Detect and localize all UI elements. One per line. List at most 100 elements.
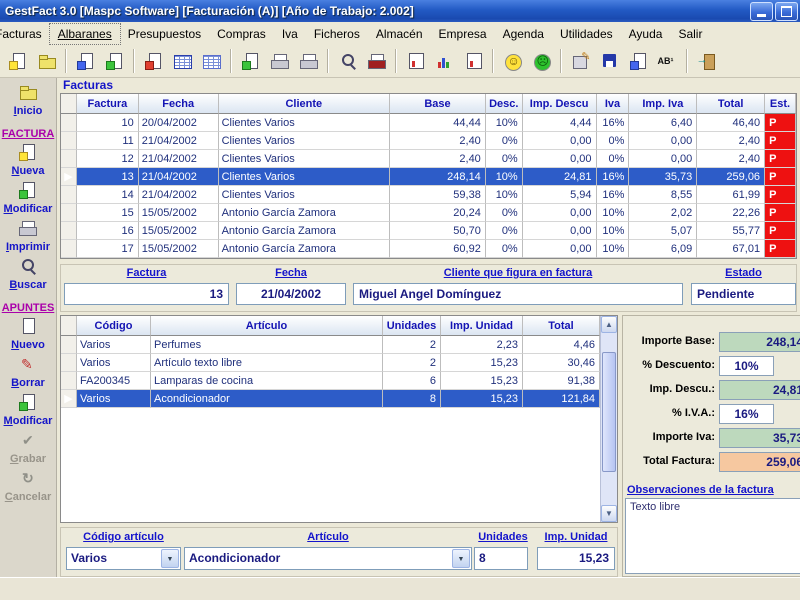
menu-iva[interactable]: Iva bbox=[274, 24, 306, 44]
estado-field[interactable]: Pendiente bbox=[691, 283, 796, 305]
cell-iva: 10% bbox=[597, 204, 630, 222]
cell-imp-descu: 0,00 bbox=[523, 132, 597, 150]
print-red-button[interactable] bbox=[362, 47, 391, 76]
menu-empresa[interactable]: Empresa bbox=[431, 24, 495, 44]
scroll-down-button[interactable]: ▼ bbox=[601, 505, 617, 522]
new-document-button[interactable] bbox=[3, 47, 32, 76]
search-document-button[interactable] bbox=[333, 47, 362, 76]
row-indicator bbox=[61, 186, 77, 204]
cell-fecha: 20/04/2002 bbox=[139, 114, 219, 132]
cell-base: 248,14 bbox=[390, 168, 486, 186]
restore-button[interactable] bbox=[775, 2, 798, 21]
item-code-combobox[interactable]: Varios ▼ bbox=[66, 547, 181, 570]
total-field--descuento-[interactable]: 10% bbox=[719, 356, 774, 376]
menu-compras[interactable]: Compras bbox=[209, 24, 274, 44]
column-header-imp-iva: Imp. Iva bbox=[629, 94, 697, 114]
sidebar-item-imprimir[interactable]: Imprimir bbox=[6, 220, 50, 253]
cell-imp-iva: 5,07 bbox=[629, 222, 697, 240]
font-ab-button[interactable] bbox=[653, 47, 682, 76]
observations-textarea[interactable]: Texto libre bbox=[625, 498, 800, 574]
menu-facturas[interactable]: Facturas bbox=[0, 24, 50, 44]
invoice-row-15[interactable]: 1515/05/2002Antonio García Zamora20,240%… bbox=[61, 204, 796, 222]
cell-factura: 15 bbox=[77, 204, 139, 222]
items-scrollbar[interactable]: ▲ ▼ bbox=[600, 316, 617, 522]
table-view-alt-icon bbox=[202, 53, 222, 70]
menu-utilidades[interactable]: Utilidades bbox=[552, 24, 621, 44]
cell-fecha: 21/04/2002 bbox=[139, 150, 219, 168]
invoice-row-12[interactable]: 1221/04/2002Clientes Varios2,400%0,000%0… bbox=[61, 150, 796, 168]
item-unit-price-input[interactable]: 15,23 bbox=[537, 547, 615, 570]
happy-face-button[interactable] bbox=[498, 47, 527, 76]
refresh-document-button[interactable] bbox=[624, 47, 653, 76]
invoice-row-11[interactable]: 1121/04/2002Clientes Varios2,400%0,000%0… bbox=[61, 132, 796, 150]
toolbar-separator bbox=[230, 49, 232, 73]
search-document-icon bbox=[338, 53, 358, 70]
bar-chart-icon bbox=[435, 53, 455, 70]
open-folder-button[interactable] bbox=[32, 47, 61, 76]
exit-door-button[interactable] bbox=[692, 47, 721, 76]
total-field--i-v-a-[interactable]: 16% bbox=[719, 404, 774, 424]
sidebar-item-borrar[interactable]: Borrar bbox=[11, 356, 45, 389]
factura-field[interactable]: 13 bbox=[64, 283, 229, 305]
row-indicator bbox=[61, 240, 77, 258]
report-chart-button[interactable] bbox=[401, 47, 430, 76]
menu-albaranes[interactable]: Albaranes bbox=[50, 24, 120, 44]
menu-presupuestos[interactable]: Presupuestos bbox=[120, 24, 209, 44]
item-row-articulo-texto-libre[interactable]: VariosArtículo texto libre215,2330,46 bbox=[61, 354, 617, 372]
invoice-row-17[interactable]: 1715/05/2002Antonio García Zamora60,920%… bbox=[61, 240, 796, 258]
invoice-row-10[interactable]: 1020/04/2002Clientes Varios44,4410%4,441… bbox=[61, 114, 796, 132]
line-chart-icon bbox=[464, 53, 484, 70]
verify-document-button[interactable] bbox=[236, 47, 265, 76]
item-article-combobox[interactable]: Acondicionador ▼ bbox=[184, 547, 472, 570]
item-row-acondicionador[interactable]: ▶VariosAcondicionador815,23121,84 bbox=[61, 390, 617, 408]
font-ab-icon bbox=[658, 53, 678, 70]
cliente-field[interactable]: Miguel Angel Domínguez bbox=[353, 283, 683, 305]
sidebar-item-inicio[interactable]: Inicio bbox=[14, 84, 43, 117]
scrollbar-thumb[interactable] bbox=[602, 352, 616, 472]
minimize-button[interactable] bbox=[750, 2, 773, 21]
sad-face-button[interactable] bbox=[527, 47, 556, 76]
item-row-perfumes[interactable]: VariosPerfumes22,234,46 bbox=[61, 336, 617, 354]
table-view-alt-button[interactable] bbox=[197, 47, 226, 76]
cell-imp-iva: 2,02 bbox=[629, 204, 697, 222]
sidebar-item-grabar: Grabar bbox=[10, 432, 46, 465]
print-small-button[interactable] bbox=[265, 47, 294, 76]
menu-ficheros[interactable]: Ficheros bbox=[306, 24, 368, 44]
sidebar-item-nuevo[interactable]: Nuevo bbox=[11, 318, 45, 351]
item-article-value: Acondicionador bbox=[189, 551, 280, 565]
save-disk-button[interactable] bbox=[595, 47, 624, 76]
invoice-row-16[interactable]: 1615/05/2002Antonio García Zamora50,700%… bbox=[61, 222, 796, 240]
sidebar-item-nueva[interactable]: Nueva bbox=[11, 144, 44, 177]
sidebar-item-modificar-2[interactable]: Modificar bbox=[4, 394, 53, 427]
import-document-button[interactable] bbox=[139, 47, 168, 76]
sidebar-item-modificar[interactable]: Modificar bbox=[4, 182, 53, 215]
copy-document-button[interactable] bbox=[71, 47, 100, 76]
bar-chart-button[interactable] bbox=[430, 47, 459, 76]
edit-notes-button[interactable] bbox=[566, 47, 595, 76]
invoice-row-14[interactable]: 1421/04/2002Clientes Varios59,3810%5,941… bbox=[61, 186, 796, 204]
menu-ayuda[interactable]: Ayuda bbox=[621, 24, 671, 44]
menu-almacen[interactable]: Almacén bbox=[368, 24, 431, 44]
sidebar-item-buscar[interactable]: Buscar bbox=[9, 258, 46, 291]
cell-base: 20,24 bbox=[390, 204, 486, 222]
export-document-button[interactable] bbox=[100, 47, 129, 76]
invoice-row-13[interactable]: ▶1321/04/2002Clientes Varios248,1410%24,… bbox=[61, 168, 796, 186]
scroll-up-button[interactable]: ▲ bbox=[601, 316, 617, 333]
item-row-lamparas-de-cocina[interactable]: FA200345Lamparas de cocina615,2391,38 bbox=[61, 372, 617, 390]
chevron-down-icon[interactable]: ▼ bbox=[452, 549, 470, 568]
row-indicator bbox=[61, 204, 77, 222]
print-alt-button[interactable] bbox=[294, 47, 323, 76]
toolbar-separator bbox=[133, 49, 135, 73]
column-header-iva: Iva bbox=[597, 94, 630, 114]
item-units-input[interactable]: 8 bbox=[474, 547, 528, 570]
total-row-importe-base-: Importe Base:248,14 bbox=[623, 332, 800, 356]
line-chart-button[interactable] bbox=[459, 47, 488, 76]
menu-agenda[interactable]: Agenda bbox=[495, 24, 552, 44]
fecha-field[interactable]: 21/04/2002 bbox=[236, 283, 346, 305]
status-strip bbox=[0, 577, 800, 600]
sidebar-item-grabar-label: Grabar bbox=[10, 453, 46, 465]
menu-salir[interactable]: Salir bbox=[670, 24, 710, 44]
check-mark-icon bbox=[18, 432, 38, 449]
table-view-button[interactable] bbox=[168, 47, 197, 76]
chevron-down-icon[interactable]: ▼ bbox=[161, 549, 179, 568]
